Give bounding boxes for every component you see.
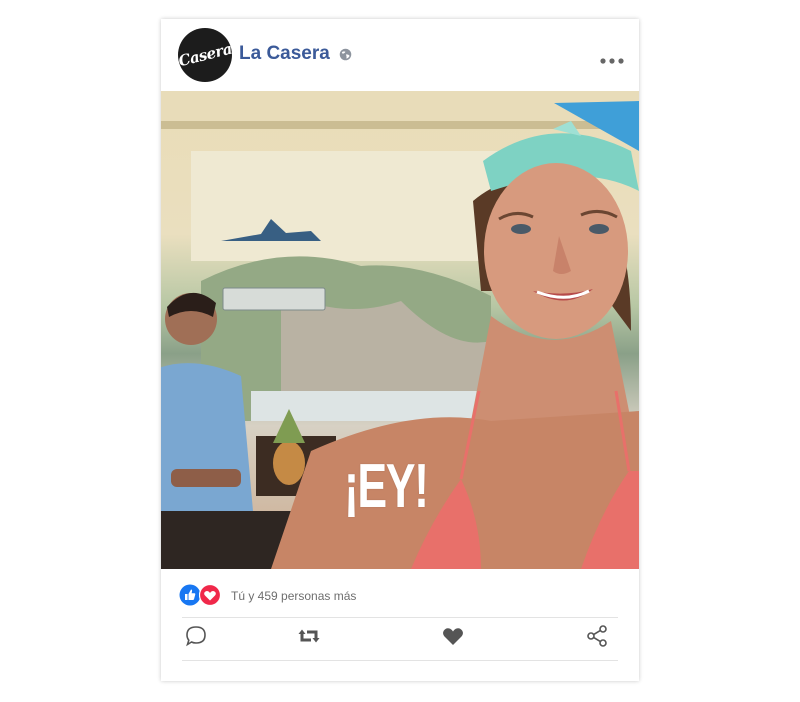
comment-icon: [186, 626, 206, 647]
more-dots-icon[interactable]: [599, 57, 625, 65]
post-card: Casera La Casera ¡EY! Tú y 459 personas …: [161, 19, 639, 681]
love-icon: [199, 584, 221, 606]
divider: [182, 617, 618, 618]
post-photo[interactable]: ¡EY!: [161, 91, 639, 569]
repost-icon: [298, 629, 320, 643]
share-button[interactable]: [585, 624, 609, 650]
globe-icon: [339, 48, 352, 61]
like-icon: [179, 584, 201, 606]
share-icon: [587, 625, 607, 647]
avatar[interactable]: Casera: [178, 28, 232, 82]
reactions-summary[interactable]: Tú y 459 personas más: [179, 582, 619, 610]
divider: [182, 660, 618, 661]
comment-button[interactable]: [184, 624, 208, 650]
heart-icon: [443, 628, 463, 645]
avatar-logo: Casera: [178, 39, 232, 71]
heart-button[interactable]: [441, 624, 465, 650]
reactions-count-text: Tú y 459 personas más: [231, 589, 357, 603]
page-name-link[interactable]: La Casera: [239, 43, 330, 65]
repost-button[interactable]: [297, 624, 321, 650]
post-header: Casera La Casera: [161, 19, 639, 91]
image-overlay-text: ¡EY!: [344, 452, 429, 521]
